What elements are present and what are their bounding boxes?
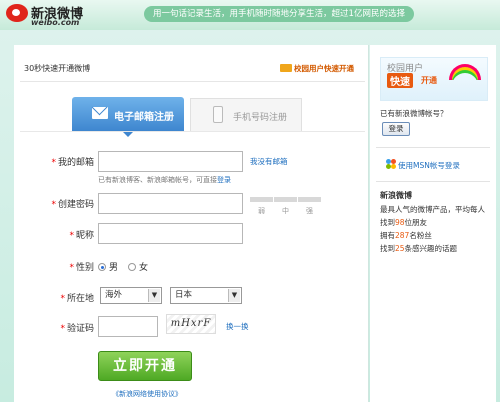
password-field[interactable] [98, 193, 243, 214]
login-button[interactable]: 登录 [382, 122, 410, 136]
campus-register-link[interactable]: 校园用户快速开通 [280, 63, 354, 74]
mobile-phone-icon [213, 106, 223, 123]
sidebar-section-title: 新浪微博 [380, 191, 412, 200]
email-hint: 已有新浪博客、新浪邮箱帐号，可直接登录 [98, 176, 231, 184]
page-title: 30秒快速开通微博 [24, 64, 91, 73]
tab-phone-register[interactable]: 手机号码注册 [190, 98, 302, 131]
strength-strong: 强 [306, 207, 313, 215]
campus-banner[interactable]: 校园用户 快速 开通 [380, 57, 488, 101]
sidebar: 校园用户 快速 开通 已有新浪微博帐号？ 登录 使用MSN帐号登录 新浪微博 最… [370, 45, 496, 402]
banner-text: 快速 [387, 73, 413, 88]
divider [20, 131, 365, 132]
submit-button[interactable]: 立即开通 [98, 351, 192, 381]
slogan: 用一句话记录生活，用手机随时随地分享生活，超过1亿网民的选择 [144, 6, 414, 22]
tab-label: 电子邮箱注册 [114, 112, 174, 123]
nickname-label: * 昵称 [69, 231, 94, 241]
no-email-link[interactable]: 我没有邮箱 [250, 156, 288, 167]
password-strength-meter: 弱 中 强 [250, 197, 322, 215]
email-label: * 我的邮箱 [51, 158, 94, 168]
banner-text: 开通 [421, 76, 437, 85]
have-account-text: 已有新浪微博帐号？ [380, 109, 448, 118]
divider [20, 81, 365, 82]
strength-medium: 中 [282, 207, 289, 215]
region-select[interactable]: 海外 ▼ [100, 287, 162, 304]
tab-label: 手机号码注册 [233, 113, 288, 123]
envelope-icon [92, 107, 108, 119]
password-label: * 创建密码 [51, 200, 94, 210]
captcha-image: mHxrF [166, 314, 216, 334]
stat-topics: 找到25条感兴趣的话题 [380, 244, 458, 253]
captcha-field[interactable] [98, 316, 158, 337]
country-select[interactable]: 日本 ▼ [170, 287, 242, 304]
stat-friends: 找到98位朋友 [380, 218, 428, 227]
weibo-logo[interactable]: 新浪微博 weibo.com [4, 2, 124, 28]
captcha-refresh-link[interactable]: 换一换 [226, 321, 249, 332]
agreement-link[interactable]: 《新浪网络使用协议》 [112, 389, 182, 399]
divider [376, 147, 490, 148]
logo-domain: weibo.com [31, 18, 80, 27]
flag-icon [280, 64, 292, 72]
registration-panel: 30秒快速开通微博 校园用户快速开通 电子邮箱注册 手机号码注册 * 我的邮箱 我… [14, 45, 369, 402]
gender-male-radio[interactable]: 男 [98, 260, 118, 273]
msn-icon [386, 159, 396, 169]
rainbow-icon [449, 64, 481, 80]
gender-label: * 性别 [69, 263, 94, 273]
weibo-eye-icon [6, 4, 28, 22]
stat-fans: 拥有287名粉丝 [380, 231, 432, 240]
email-field[interactable] [98, 151, 243, 172]
radio-checked-icon [98, 263, 106, 271]
chevron-down-icon: ▼ [148, 289, 160, 302]
divider [376, 181, 490, 182]
radio-unchecked-icon [128, 263, 136, 271]
location-label: * 所在地 [60, 294, 94, 304]
gender-female-radio[interactable]: 女 [128, 260, 148, 273]
captcha-label: * 验证码 [60, 324, 94, 334]
msn-login-link[interactable]: 使用MSN帐号登录 [398, 160, 460, 171]
nickname-field[interactable] [98, 223, 243, 244]
strength-weak: 弱 [258, 207, 265, 215]
hint-login-link[interactable]: 登录 [217, 176, 231, 184]
tab-email-register[interactable]: 电子邮箱注册 [72, 97, 184, 137]
sidebar-desc: 最具人气的微博产品，平均每人 [380, 205, 485, 214]
chevron-down-icon: ▼ [228, 289, 240, 302]
top-banner: 新浪微博 weibo.com 用一句话记录生活，用手机随时随地分享生活，超过1亿… [0, 0, 500, 30]
